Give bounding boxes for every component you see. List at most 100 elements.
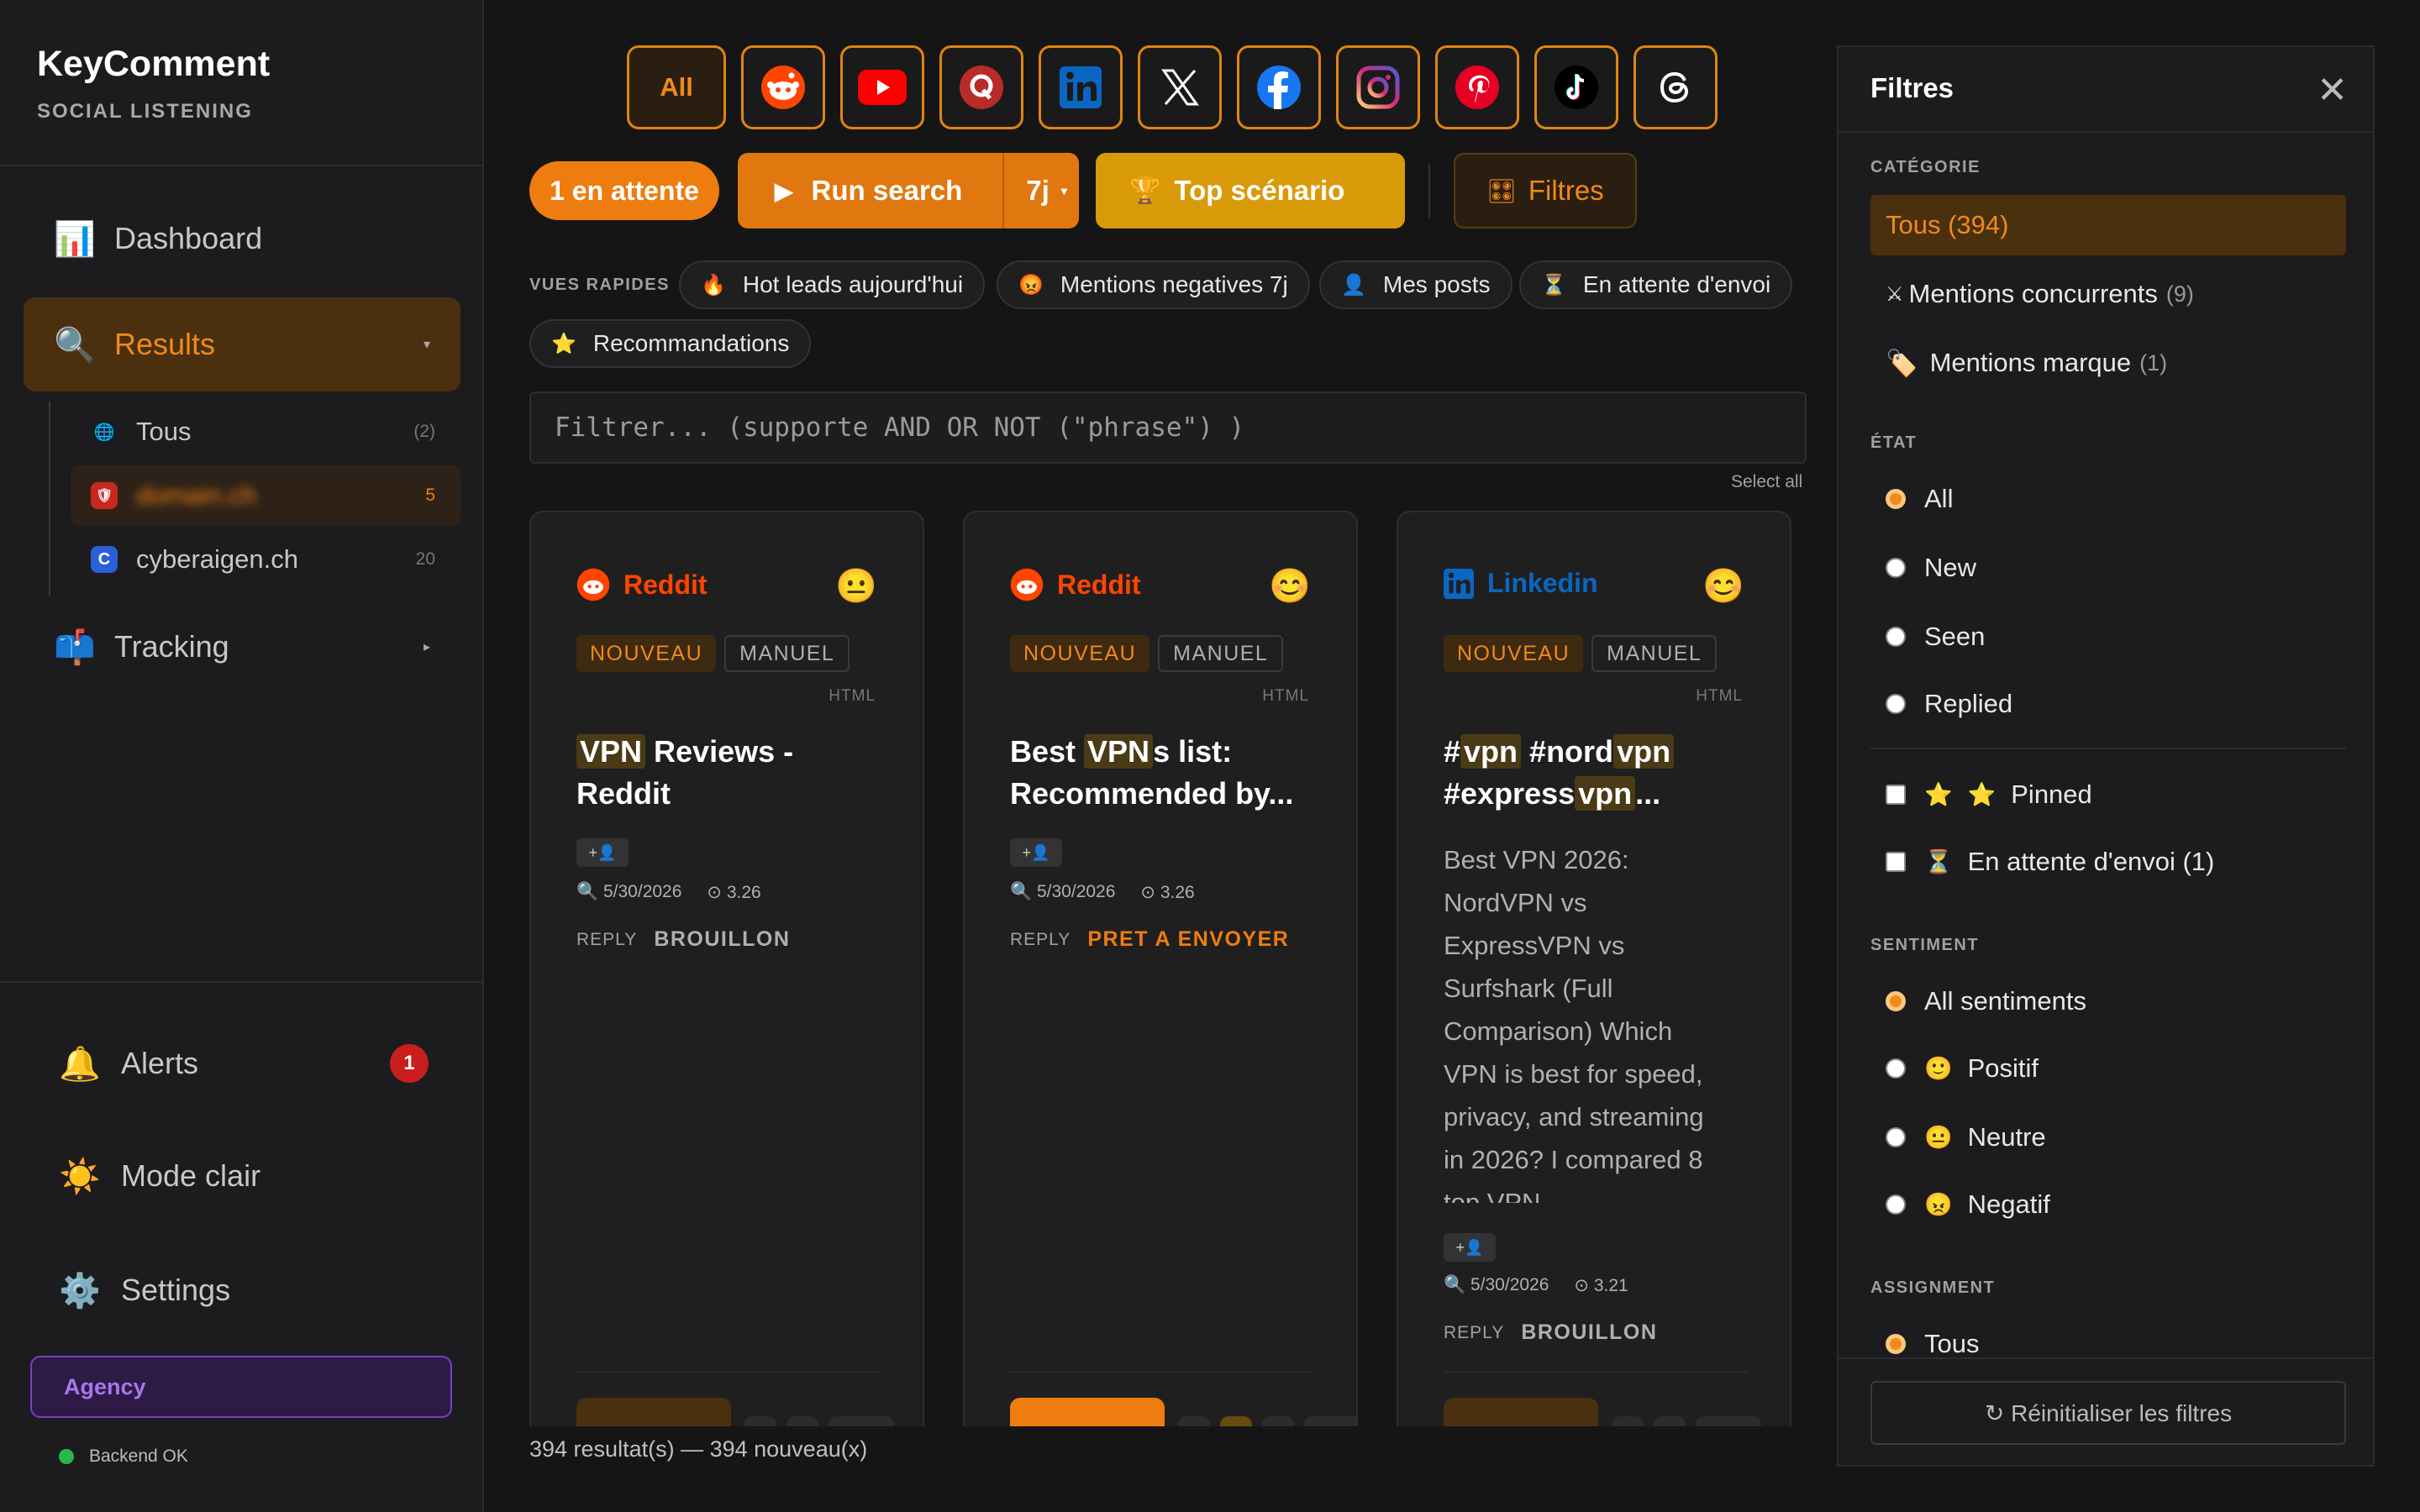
top-scenario-button[interactable]: 🏆 Top scénario	[1096, 153, 1405, 228]
agency-button[interactable]: Agency	[30, 1356, 452, 1418]
card-title[interactable]: # vpn #nord vpn #express vpn...	[1444, 731, 1746, 815]
network-threads-button[interactable]	[1634, 45, 1718, 129]
card-network: Linkedin	[1444, 568, 1598, 599]
subnav-tous[interactable]: 🌐 Tous (2)	[71, 402, 460, 462]
network-quora-button[interactable]	[939, 45, 1023, 129]
nav-alerts-label: Alerts	[121, 1046, 199, 1080]
radio-icon	[1886, 991, 1906, 1011]
network-tiktok-button[interactable]	[1534, 45, 1618, 129]
radio-label: Seen	[1924, 622, 1986, 651]
assign-user-button[interactable]: +👤	[1010, 838, 1062, 867]
state-new-radio[interactable]: New	[1886, 553, 1976, 583]
state-all-radio[interactable]: All	[1886, 484, 1953, 514]
select-all-link[interactable]: Select all	[1731, 472, 1802, 492]
sentiment-positive-radio[interactable]: 🙂 Positif	[1886, 1053, 2039, 1084]
network-all-button[interactable]: All	[627, 45, 726, 129]
result-card[interactable]: Linkedin 😊 NOUVEAU MANUEL HTML # vpn #nor…	[1397, 511, 1791, 1512]
nav-alerts[interactable]: 🔔 Alerts 1	[24, 1021, 460, 1105]
card-divider	[1010, 1371, 1314, 1373]
reply-status: BROUILLON	[654, 927, 791, 951]
state-section-label: ÉTAT	[1870, 433, 1918, 452]
nav-results[interactable]: 🔍 Results ▾	[24, 297, 460, 391]
tag-icon: 🏷️	[1886, 348, 1918, 378]
network-instagram-button[interactable]	[1336, 45, 1420, 129]
sentiment-negative-radio[interactable]: 😠 Negatif	[1886, 1189, 2050, 1220]
sentiment-neutral-radio[interactable]: 😐 Neutre	[1886, 1122, 2046, 1152]
close-icon[interactable]: ✕	[2317, 69, 2348, 112]
network-youtube-button[interactable]	[840, 45, 924, 129]
card-tags: NOUVEAU MANUEL	[1444, 635, 1718, 672]
neutral-face-icon: 😐	[1924, 1125, 1953, 1150]
network-pinterest-button[interactable]	[1435, 45, 1519, 129]
card-meta: 🔍 5/30/2026 ⊙ 3.26	[1010, 882, 1195, 903]
card-score-value: 3.26	[726, 883, 761, 902]
pending-badge-button[interactable]: 1 en attente	[529, 161, 719, 220]
filters-button[interactable]: 🎛 Filtres	[1454, 153, 1637, 228]
run-search-label: Run search	[811, 175, 963, 206]
card-title[interactable]: VPN Reviews - Reddit	[576, 731, 879, 815]
category-competitors[interactable]: ⚔ Mentions concurrents (9)	[1870, 264, 2346, 324]
assign-user-button[interactable]: +👤	[576, 838, 629, 867]
sentiment-all-radio[interactable]: All sentiments	[1886, 986, 2086, 1016]
nav-settings[interactable]: ⚙️ Settings	[24, 1248, 460, 1332]
pending-send-checkbox[interactable]: ⏳ En attente d'envoi (1)	[1886, 847, 2214, 877]
swords-icon: ⚔	[1886, 282, 1904, 306]
network-reddit-button[interactable]	[741, 45, 825, 129]
network-filter-bar: All	[627, 45, 1718, 129]
network-x-button[interactable]	[1138, 45, 1222, 129]
bell-icon: 🔔	[59, 1045, 101, 1083]
chevron-down-icon: ▾	[1060, 183, 1067, 197]
youtube-icon	[858, 70, 907, 105]
radio-label: Negatif	[1967, 1189, 2050, 1219]
pinned-checkbox[interactable]: ⭐ ⭐ Pinned	[1886, 780, 2092, 810]
nav-dashboard[interactable]: 📊 Dashboard	[24, 192, 460, 286]
sun-icon: ☀️	[59, 1158, 101, 1195]
nav-light-mode[interactable]: ☀️ Mode clair	[24, 1134, 460, 1218]
radio-icon	[1886, 1058, 1906, 1079]
period-select[interactable]: 7j	[1026, 175, 1050, 207]
sidebar-divider	[0, 981, 484, 983]
radio-label: Positif	[1967, 1053, 2039, 1083]
radio-label: All	[1924, 484, 1954, 513]
card-reply: REPLY PRET A ENVOYER	[1010, 927, 1289, 952]
filter-search-input[interactable]: Filtrer... (supporte AND OR NOT ("phrase…	[529, 391, 1807, 464]
quick-view-pending-send[interactable]: ⏳ En attente d'envoi	[1519, 260, 1793, 309]
reddit-icon	[1010, 568, 1044, 601]
threads-icon	[1660, 71, 1689, 103]
card-date-value: 5/30/2026	[1036, 882, 1116, 901]
result-card[interactable]: Reddit 😐 NOUVEAU MANUEL HTML VPN Reviews…	[529, 511, 924, 1512]
subnav-cyberaigen[interactable]: C cyberaigen.ch 20	[71, 529, 460, 590]
result-card[interactable]: Reddit 😊 NOUVEAU MANUEL HTML Best VPN s l…	[963, 511, 1358, 1512]
card-title[interactable]: Best VPN s list: Recommended by...	[1010, 731, 1313, 815]
sentiment-neutral-icon: 😐	[835, 568, 877, 605]
network-facebook-button[interactable]	[1237, 45, 1321, 129]
chip-label: En attente d'envoi	[1582, 271, 1771, 297]
subnav-domain-label: domain.ch	[136, 480, 257, 510]
assignment-all-radio[interactable]: Tous	[1886, 1329, 1979, 1359]
nav-settings-label: Settings	[121, 1273, 231, 1307]
quick-view-hot-leads[interactable]: 🔥 Hot leads aujourd'hui	[679, 260, 986, 309]
quick-view-negative-mentions[interactable]: 😡 Mentions negatives 7j	[997, 260, 1310, 309]
keyword-highlight: VPN	[576, 734, 646, 769]
category-brand[interactable]: 🏷️ Mentions marque (1)	[1870, 333, 2346, 393]
run-search-button[interactable]: ▶ Run search 7j ▾	[738, 153, 1079, 228]
linkedin-icon	[1060, 66, 1102, 108]
category-label: Mentions marque	[1929, 348, 2132, 377]
reply-status: PRET A ENVOYER	[1087, 927, 1290, 951]
network-linkedin-button[interactable]	[1039, 45, 1123, 129]
quick-view-my-posts[interactable]: 👤 Mes posts	[1319, 260, 1512, 309]
nav-tracking[interactable]: 📫 Tracking ▸	[24, 600, 460, 694]
subnav-domain[interactable]: 🛡 domain.ch 5	[71, 465, 460, 526]
brand-subtitle: SOCIAL LISTENING	[37, 100, 253, 123]
quick-view-recommendations[interactable]: ⭐ Recommandations	[529, 319, 812, 368]
subnav-line	[49, 402, 50, 596]
tiktok-icon	[1555, 66, 1598, 109]
card-score-value: 3.21	[1593, 1276, 1628, 1295]
reset-filters-button[interactable]: ↻ Réinitialiser les filtres	[1870, 1381, 2346, 1445]
card-title-text: #	[1444, 734, 1461, 769]
state-seen-radio[interactable]: Seen	[1886, 622, 1985, 652]
assign-user-button[interactable]: +👤	[1444, 1233, 1496, 1262]
filters-button-label: Filtres	[1528, 175, 1604, 206]
state-replied-radio[interactable]: Replied	[1886, 689, 2012, 719]
category-all[interactable]: Tous (394)	[1870, 195, 2346, 255]
